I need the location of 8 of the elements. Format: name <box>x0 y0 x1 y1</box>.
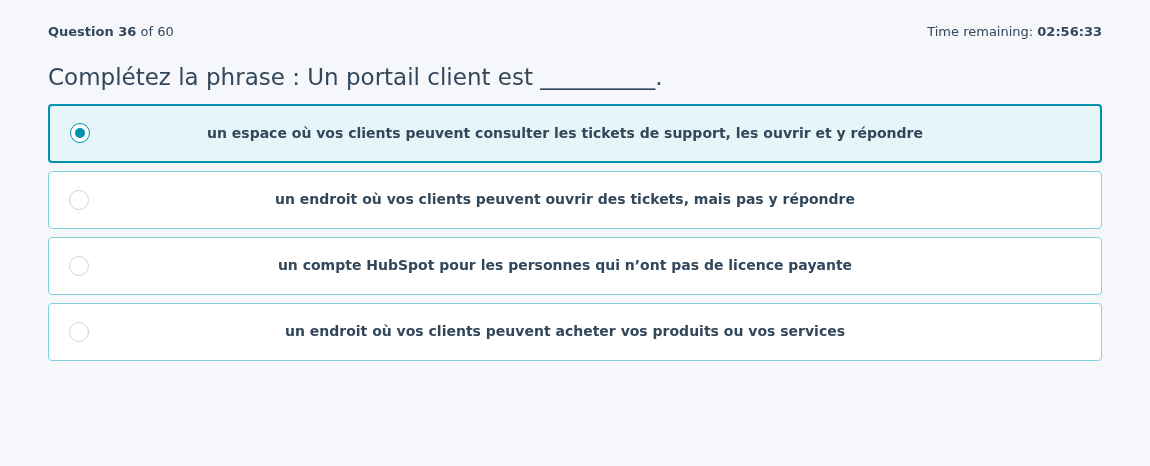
radio-button[interactable] <box>70 123 90 143</box>
answer-option[interactable]: un espace où vos clients peuvent consulter les tickets de support, les ouvrir et y répondre <box>48 103 1102 163</box>
question-counter: Question 36 of 60 <box>48 23 174 41</box>
time-remaining: Time remaining: 02:56:33 <box>927 23 1102 41</box>
answer-option[interactable]: un endroit où vos clients peuvent ouvrir des tickets, mais pas y répondre <box>48 170 1102 229</box>
answer-option[interactable]: un endroit où vos clients peuvent acheter vos produits ou vos services <box>48 302 1102 361</box>
answer-option[interactable]: un compte HubSpot pour les personnes qui n’ont pas de licence payante <box>48 236 1102 295</box>
question-text: Complétez la phrase : Un portail client est __________. <box>48 62 664 92</box>
